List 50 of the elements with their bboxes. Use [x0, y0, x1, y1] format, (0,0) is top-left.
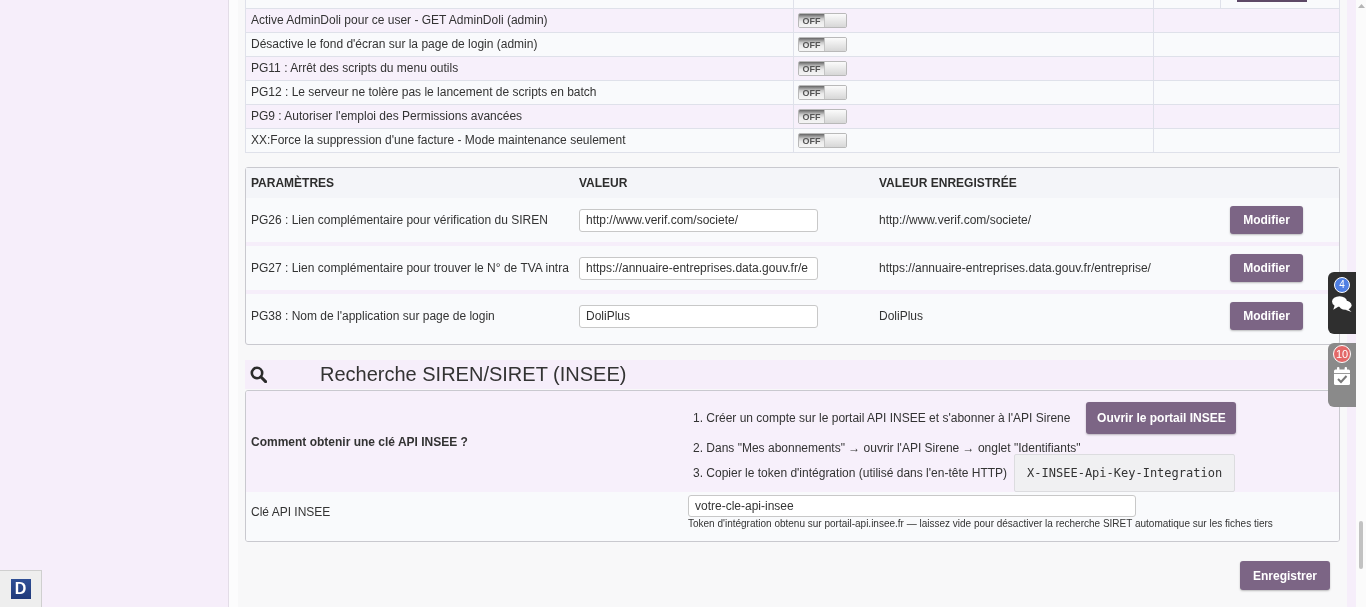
scrollbar-thumb[interactable] — [1359, 521, 1363, 569]
section-title: Recherche SIREN/SIRET (INSEE) — [320, 363, 627, 386]
parameter-label: PG38 : Nom de l'application sur page de login — [250, 309, 496, 323]
parameter-label: PG26 : Lien complémentaire pour vérification du SIREN — [250, 213, 549, 227]
api-key-field[interactable]: votre-cle-api-insee — [688, 495, 1136, 517]
setting-label: Active AdminDoli pour ce user - GET AdminDoli (admin) — [246, 9, 794, 32]
open-portal-button[interactable]: Ouvrir le portail INSEE — [1086, 402, 1237, 434]
toggle-switch[interactable]: OFF — [798, 61, 847, 76]
step-text: 2. Dans "Mes abonnements" → ouvrir l'API Sirene → onglet "Identifiants" — [693, 443, 1081, 454]
step-text: 3. Copier le token d'intégration (utilisé dans l'en-tête HTTP) — [693, 466, 1008, 480]
code-snippet: X-INSEE-Api-Key-Integration — [1014, 454, 1236, 492]
field-hint: Token d'intégration obtenu sur portail-api.insee.fr — laissez vide pour désactiver la recherche SIRET automatique sur les fiches tiers — [688, 517, 1273, 530]
count-badge: 4 — [1334, 277, 1350, 293]
toggle-switch[interactable]: OFF — [798, 37, 847, 52]
count-badge: 10 — [1333, 345, 1351, 363]
setting-label: PG9 : Autoriser l'emploi des Permissions avancées — [246, 105, 794, 128]
toggle-switch[interactable]: OFF — [798, 85, 847, 100]
saved-value: http://www.verif.com/societe/ — [878, 213, 1033, 227]
column-header: PARAMÈTRES — [250, 176, 336, 190]
app-logo[interactable]: D — [10, 579, 31, 599]
tasks-button[interactable]: 10 — [1328, 343, 1356, 407]
parameter-label: PG27 : Lien complémentaire pour trouver le N° de TVA intra — [250, 261, 570, 275]
button-edge[interactable] — [1237, 0, 1307, 2]
setting-label: Désactive le fond d'écran sur la page de login (admin) — [246, 33, 794, 56]
chat-bubbles-icon — [1332, 296, 1352, 312]
column-header: VALEUR — [578, 176, 629, 190]
modify-button[interactable]: Modifier — [1230, 302, 1303, 330]
toggle-switch[interactable]: OFF — [798, 109, 847, 124]
setting-label: PG12 : Le serveur ne tolère pas le lancement de scripts en batch — [246, 81, 794, 104]
setting-label: XX:Force la suppression d'une facture - Mode maintenance seulement — [246, 129, 794, 152]
setting-label: PG11 : Arrêt des scripts du menu outils — [246, 57, 794, 80]
saved-value: https://annuaire-entreprises.data.gouv.fr/entreprise/ — [878, 261, 1152, 275]
toggle-switch[interactable]: OFF — [798, 133, 847, 148]
save-button[interactable]: Enregistrer — [1240, 561, 1330, 590]
step-text: 1. Créer un compte sur le portail API INSEE et s'abonner à l'API Sirene — [693, 411, 1071, 425]
scrollbar[interactable] — [1356, 0, 1366, 607]
calendar-check-icon — [1334, 367, 1350, 385]
scroll-up-icon[interactable] — [1357, 4, 1365, 8]
field-label: Clé API INSEE — [251, 505, 331, 519]
text-field[interactable]: DoliPlus — [579, 304, 818, 328]
saved-value: DoliPlus — [878, 309, 924, 323]
messages-button[interactable]: 4 — [1328, 272, 1356, 334]
text-field[interactable]: https://annuaire-entreprises.data.gouv.fr/e — [579, 256, 818, 280]
text-field[interactable]: http://www.verif.com/societe/ — [579, 208, 818, 232]
column-header: VALEUR ENREGISTRÉE — [878, 176, 1018, 190]
toggle-switch[interactable]: OFF — [798, 13, 847, 28]
search-icon — [250, 366, 267, 383]
modify-button[interactable]: Modifier — [1230, 206, 1303, 234]
help-label: Comment obtenir une clé API INSEE ? — [251, 434, 468, 449]
modify-button[interactable]: Modifier — [1230, 254, 1303, 282]
